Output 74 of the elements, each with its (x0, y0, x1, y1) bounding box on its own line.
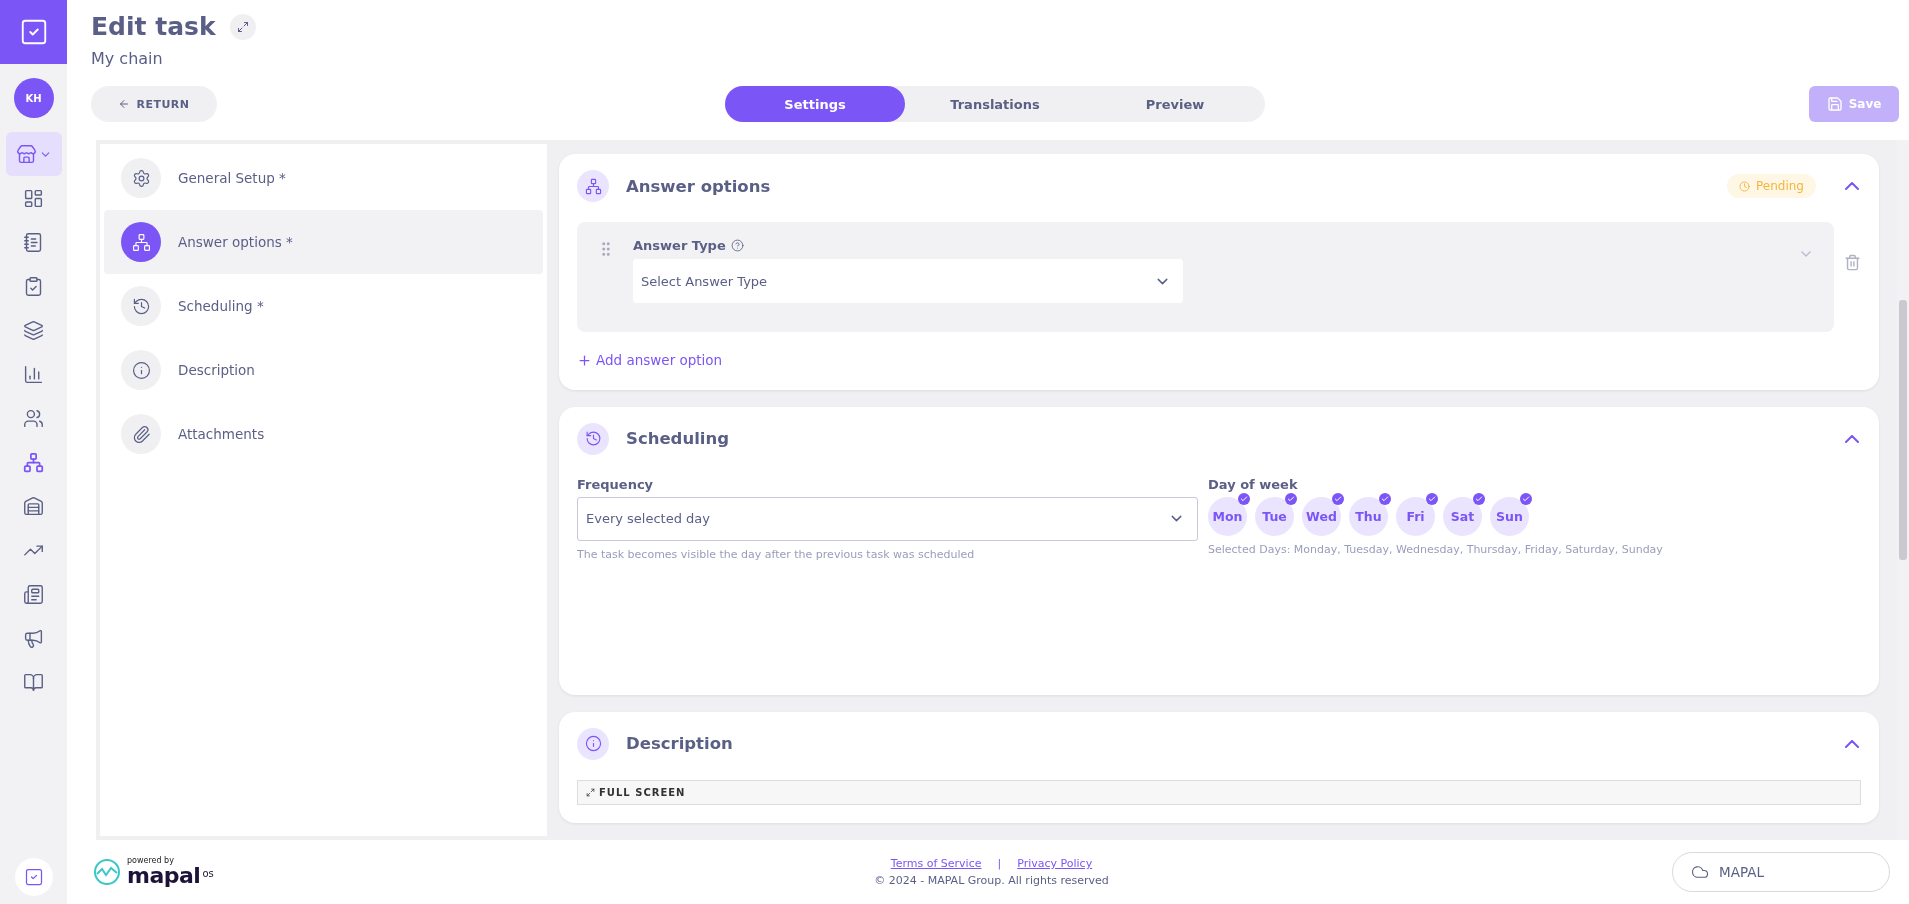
answer-type-select[interactable]: Select Answer Type (633, 259, 1183, 303)
day-toggle[interactable]: Fri (1396, 496, 1435, 536)
status-badge: Pending (1727, 174, 1816, 198)
card-title: Scheduling (626, 429, 731, 448)
check-icon (1473, 492, 1485, 505)
collapse-button[interactable] (1843, 180, 1861, 192)
settings-icon (121, 158, 161, 198)
chevron-up-icon (1845, 739, 1859, 748)
save-icon (1826, 96, 1843, 112)
check-icon (1426, 492, 1438, 505)
check-icon (1520, 492, 1532, 505)
frequency-select[interactable]: Every selected day (577, 496, 1198, 541)
app-logo (0, 0, 67, 64)
check-icon (1285, 492, 1297, 505)
card-title: Description (626, 734, 734, 753)
add-answer-link[interactable]: Add answer option (577, 352, 723, 368)
tab[interactable]: Translations (905, 86, 1085, 122)
checkbox-icon (23, 867, 44, 887)
page-subtitle: My chain (91, 49, 164, 68)
tab[interactable]: Preview (1085, 86, 1265, 122)
day-toggle[interactable]: Wed (1302, 496, 1341, 536)
hint-text: Selected Days: Monday, Tuesday, Wednesday, Thursday, Friday, Saturday, Sunday (1208, 542, 1664, 556)
step-item[interactable]: General Setup * (104, 146, 543, 210)
footer-link[interactable]: Terms of Service (890, 857, 982, 870)
day-toggle[interactable]: Sat (1443, 496, 1482, 536)
app-switch-button[interactable] (14, 858, 53, 896)
footer-link[interactable]: Privacy Policy (1017, 857, 1093, 870)
field-label: Answer Type (633, 238, 1780, 253)
step-item[interactable]: Scheduling * (104, 274, 543, 338)
separator-text: | (997, 857, 1002, 870)
paperclip-icon (121, 414, 161, 454)
step-item[interactable]: Attachments (104, 402, 543, 466)
full-screen-button[interactable]: FULL SCREEN (586, 786, 686, 798)
scrollbar-thumb[interactable] (1899, 300, 1907, 560)
plus-icon (577, 352, 592, 368)
check-icon (1332, 492, 1344, 505)
help-icon (730, 239, 744, 252)
collapse-button[interactable] (1843, 737, 1861, 750)
info-icon (577, 727, 609, 760)
chevron-up-icon (1845, 182, 1859, 190)
hint-text: The task becomes visible the day after the previous task was scheduled (577, 547, 976, 561)
history-icon (577, 422, 609, 455)
cloud-icon (1691, 863, 1709, 881)
day-toggle[interactable]: Tue (1255, 496, 1294, 536)
return-button[interactable]: RETURN (91, 86, 217, 122)
page-title: Edit task (91, 12, 216, 41)
check-icon (1379, 492, 1391, 505)
brand-suffix: os (202, 867, 214, 879)
hierarchy-icon (577, 170, 609, 202)
tab[interactable]: Settings (725, 86, 905, 122)
step-item[interactable]: Answer options * (104, 210, 543, 274)
info-icon (121, 350, 161, 390)
expand-icon (586, 787, 595, 797)
day-toggle[interactable]: Thu (1349, 496, 1388, 536)
step-item[interactable]: Description (104, 338, 543, 402)
nav-button[interactable] (5, 132, 62, 176)
powered-by-text: powered by (127, 857, 175, 865)
hierarchy-icon (121, 222, 161, 262)
copyright-text: © 2024 - MAPAL Group. All rights reserved (874, 874, 1109, 887)
expand-button[interactable] (229, 13, 256, 40)
history-icon (121, 286, 161, 326)
field-label: Frequency (577, 476, 655, 492)
collapse-button[interactable] (1843, 432, 1861, 445)
field-label: Day of week (1208, 476, 1299, 492)
arrow-left-icon (118, 98, 131, 110)
wave-logo-icon (93, 858, 121, 886)
mapal-button[interactable]: MAPAL (1672, 852, 1890, 892)
chevron-up-icon (1845, 434, 1859, 443)
day-toggle[interactable]: Mon (1208, 496, 1247, 536)
day-toggle[interactable]: Sun (1490, 496, 1529, 536)
expand-icon (236, 20, 249, 33)
user-avatar[interactable]: KH (13, 78, 54, 118)
card-title: Answer options (626, 176, 772, 196)
check-icon (1238, 492, 1250, 505)
